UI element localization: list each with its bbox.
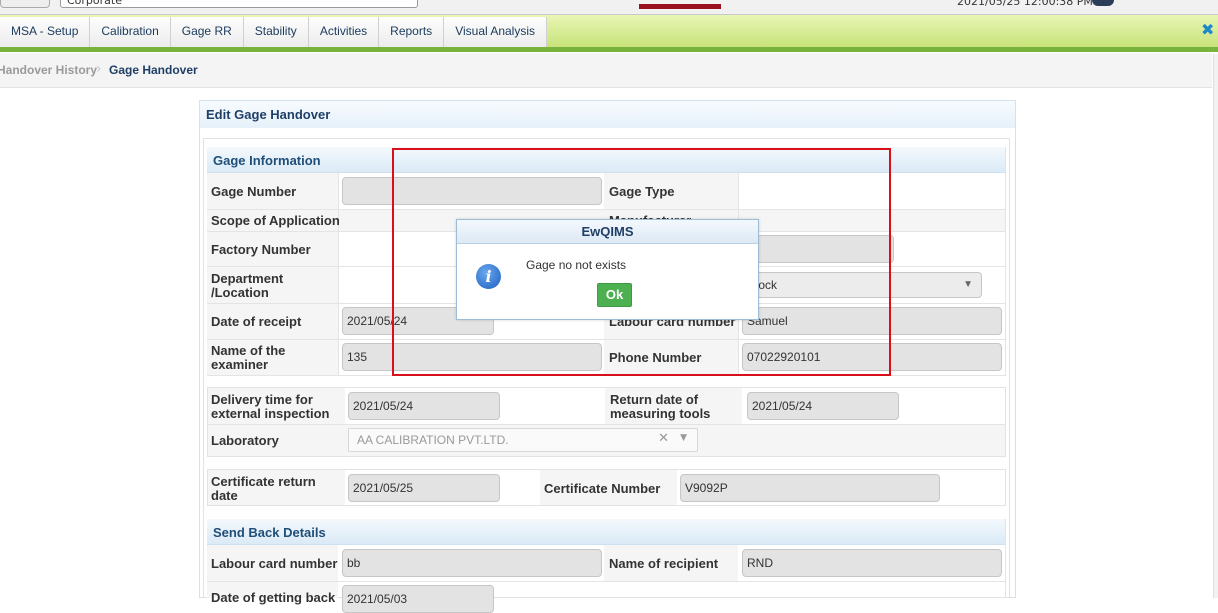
back-button[interactable] xyxy=(0,0,50,8)
gage-information-title: Gage Information xyxy=(213,153,321,168)
return-date-label: Return date of measuring tools xyxy=(610,392,711,421)
company-select[interactable]: Corporate xyxy=(60,0,418,8)
certificate-return-input[interactable]: 2021/05/25 xyxy=(348,474,500,502)
send-back-labour-label: Labour card number xyxy=(211,556,338,571)
menu-item-gage-rr[interactable]: Gage RR xyxy=(170,17,244,47)
factory-number-label: Factory Number xyxy=(211,242,311,257)
gage-number-label: Gage Number xyxy=(211,184,297,199)
column-divider xyxy=(338,173,339,375)
ok-button[interactable]: Ok xyxy=(597,283,632,307)
delivery-time-input[interactable]: 2021/05/24 xyxy=(348,392,500,420)
return-date-input[interactable]: 2021/05/24 xyxy=(747,392,899,420)
certificate-number-input[interactable]: V9092P xyxy=(680,474,940,502)
scope-label: Scope of Application xyxy=(211,213,340,228)
examiner-label: Name of the examiner xyxy=(211,343,286,372)
laboratory-value: AA CALIBRATION PVT.LTD. xyxy=(357,433,509,447)
info-icon: i xyxy=(476,264,501,289)
breadcrumb-current: Gage Handover xyxy=(109,63,198,77)
dialog-title: EwQIMS xyxy=(457,220,758,244)
column-divider xyxy=(1005,147,1006,376)
logo-bar xyxy=(639,4,721,9)
breadcrumb-separator-icon: › xyxy=(96,61,102,77)
certificate-number-label: Certificate Number xyxy=(544,481,661,496)
chevron-down-icon[interactable]: ▼ xyxy=(680,433,687,443)
menu-item-activities[interactable]: Activities xyxy=(308,17,380,47)
delivery-time-label: Delivery time for external inspection xyxy=(211,392,330,421)
menu-item-msa-setup[interactable]: MSA - Setup xyxy=(0,17,91,47)
row-divider xyxy=(208,424,1005,425)
department-label: Department /Location xyxy=(211,271,284,300)
pin-icon[interactable]: ✖ xyxy=(1201,20,1214,39)
main-menu: MSA - Setup Calibration Gage RR Stabilit… xyxy=(0,17,548,47)
send-back-title: Send Back Details xyxy=(213,525,326,540)
row-divider xyxy=(207,581,1005,582)
menu-item-calibration[interactable]: Calibration xyxy=(90,17,171,47)
chevron-down-icon: ▼ xyxy=(963,279,973,290)
certificate-return-label: Certificate return date xyxy=(211,474,316,503)
recipient-input[interactable]: RND xyxy=(742,549,1002,577)
main-menu-bar: MSA - Setup Calibration Gage RR Stabilit… xyxy=(0,15,1218,52)
date-getting-back-label: Date of getting back xyxy=(211,590,336,605)
send-back-header xyxy=(207,519,1005,545)
clear-icon[interactable]: ✕ xyxy=(658,431,669,446)
panel-title: Edit Gage Handover xyxy=(206,107,331,122)
date-receipt-label: Date of receipt xyxy=(211,314,302,329)
column-divider xyxy=(1005,519,1006,598)
user-avatar-icon[interactable] xyxy=(1092,0,1114,6)
dialog-message: Gage no not exists xyxy=(526,258,627,272)
date-getting-back-input[interactable]: 2021/05/03 xyxy=(342,585,494,613)
breadcrumb-handover-history[interactable]: Handover History xyxy=(0,63,97,77)
menu-item-reports[interactable]: Reports xyxy=(379,17,445,47)
laboratory-select[interactable]: AA CALIBRATION PVT.LTD. ✕ ▼ xyxy=(348,428,698,452)
menu-item-visual-analysis[interactable]: Visual Analysis xyxy=(444,17,548,47)
laboratory-label: Laboratory xyxy=(211,433,279,448)
menu-item-stability[interactable]: Stability xyxy=(243,17,309,47)
page-scrollbar[interactable] xyxy=(1213,54,1218,598)
recipient-label: Name of recipient xyxy=(609,556,719,571)
datetime-display: 2021/05/25 12:00:38 PM xyxy=(957,0,1093,8)
send-back-labour-input[interactable]: bb xyxy=(342,549,602,577)
